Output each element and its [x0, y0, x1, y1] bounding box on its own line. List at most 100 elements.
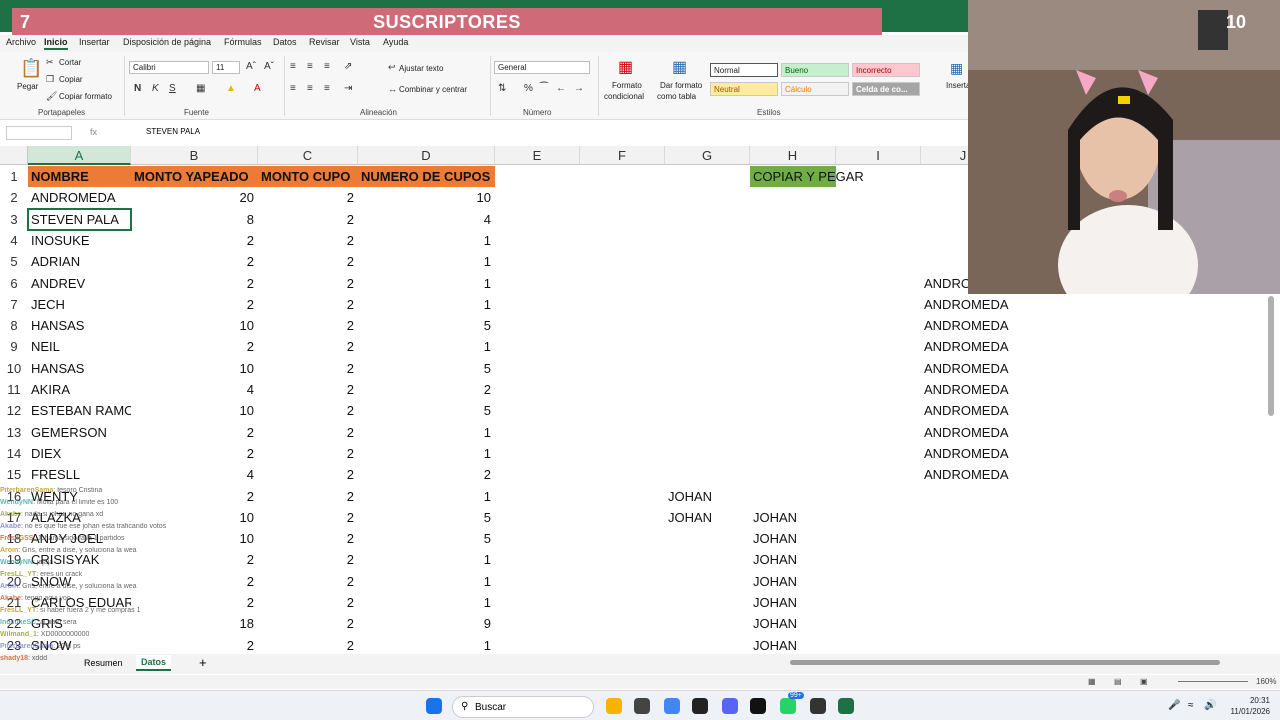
row-header-2[interactable]: 2	[0, 187, 28, 209]
table-cell[interactable]: JOHAN	[750, 613, 836, 634]
table-cell[interactable]: ESTEBAN RAMO	[28, 400, 131, 421]
discord-icon[interactable]	[722, 698, 738, 714]
table-cell[interactable]: JOHAN	[750, 571, 836, 592]
insert-button[interactable]: Inserta	[946, 81, 970, 90]
style-incorrecto[interactable]: Incorrecto	[852, 63, 920, 77]
table-cell[interactable]: 2	[258, 315, 358, 336]
taskbar-search[interactable]: ⚲ Buscar	[452, 696, 594, 718]
comma-icon[interactable]: ⁀	[540, 83, 548, 94]
underline-icon[interactable]: S	[169, 83, 176, 94]
column-header-b[interactable]: B	[131, 146, 258, 165]
table-cell[interactable]: GEMERSON	[28, 422, 131, 443]
page-break-icon[interactable]: ▣	[1140, 677, 1148, 686]
table-cell[interactable]: 2	[258, 209, 358, 230]
merge-icon[interactable]: ↔	[388, 84, 397, 94]
table-cell[interactable]: 5	[358, 507, 495, 528]
bold-icon[interactable]: N	[134, 83, 141, 94]
row-header-1[interactable]: 1	[0, 166, 28, 187]
table-cell[interactable]: 2	[131, 443, 258, 464]
table-cell[interactable]: 1	[358, 549, 495, 570]
font-color-icon[interactable]: A	[254, 83, 261, 94]
table-cell[interactable]: 5	[358, 400, 495, 421]
table-cell[interactable]: 2	[258, 592, 358, 613]
table-cell[interactable]: 10	[131, 315, 258, 336]
table-format-button[interactable]: Dar formato	[660, 81, 702, 90]
table-cell[interactable]: INOSUKE	[28, 230, 131, 251]
table-cell[interactable]: 1	[358, 294, 495, 315]
align-left-icon[interactable]: ≡	[290, 83, 296, 94]
table-cell[interactable]: ANDROMEDA	[921, 315, 1041, 336]
formula-input[interactable]: STEVEN PALA	[146, 127, 200, 136]
obs-icon[interactable]	[810, 698, 826, 714]
table-cell[interactable]: 2	[258, 443, 358, 464]
copy-button[interactable]: Copiar	[59, 75, 83, 84]
table-cell[interactable]: 1	[358, 486, 495, 507]
table-cell[interactable]: HANSAS	[28, 358, 131, 379]
table-cell[interactable]: HANSAS	[28, 315, 131, 336]
tab-insertar[interactable]: Insertar	[79, 37, 110, 47]
cut-button[interactable]: Cortar	[59, 58, 81, 67]
style-neutral[interactable]: Neutral	[710, 82, 778, 96]
row-header-4[interactable]: 4	[0, 229, 28, 251]
table-cell[interactable]: 1	[358, 422, 495, 443]
zoom-level[interactable]: 160%	[1256, 677, 1276, 686]
header-cell-b[interactable]: MONTO YAPEADO	[131, 166, 258, 187]
borders-icon[interactable]: ▦	[196, 83, 205, 94]
table-cell[interactable]: 5	[358, 528, 495, 549]
copy-icon[interactable]: ❐	[46, 74, 54, 85]
table-cell[interactable]: 10	[358, 187, 495, 208]
normal-view-icon[interactable]: ▦	[1088, 677, 1096, 686]
wrap-text-button[interactable]: Ajustar texto	[399, 64, 443, 73]
table-format-icon[interactable]: ▦	[672, 57, 687, 77]
table-cell[interactable]: ANDROMEDA	[921, 336, 1041, 357]
clock[interactable]: 20:31 11/01/2026	[1231, 695, 1270, 717]
table-cell[interactable]: 4	[131, 379, 258, 400]
paste-icon[interactable]: 📋	[20, 58, 42, 79]
row-header-12[interactable]: 12	[0, 400, 28, 422]
table-cell[interactable]: ANDROMEDA	[921, 422, 1041, 443]
style-calculo[interactable]: Cálculo	[781, 82, 849, 96]
table-cell[interactable]: ADRIAN	[28, 251, 131, 272]
table-cell[interactable]: 5	[358, 358, 495, 379]
header-cell-c[interactable]: MONTO CUPO	[258, 166, 358, 187]
table-cell[interactable]: 2	[258, 486, 358, 507]
active-cell-selection[interactable]	[27, 207, 132, 231]
page-layout-icon[interactable]: ▤	[1114, 677, 1122, 686]
currency-icon[interactable]: ⇅	[498, 83, 506, 94]
table-cell[interactable]: 20	[131, 187, 258, 208]
column-header-g[interactable]: G	[665, 146, 750, 165]
table-cell[interactable]: JOHAN	[750, 635, 836, 654]
header-cell-d[interactable]: NUMERO DE CUPOS	[358, 166, 495, 187]
column-header-c[interactable]: C	[258, 146, 358, 165]
table-cell[interactable]: 2	[131, 230, 258, 251]
table-cell[interactable]: 4	[131, 464, 258, 485]
horizontal-scrollbar[interactable]	[790, 660, 1220, 665]
insert-icon[interactable]: ▦	[950, 60, 963, 77]
table-cell[interactable]: ANDROMEDA	[921, 358, 1041, 379]
conditional-format-button[interactable]: Formato	[612, 81, 642, 90]
table-cell[interactable]: 2	[258, 358, 358, 379]
table-cell[interactable]: 1	[358, 273, 495, 294]
name-box[interactable]	[6, 126, 72, 140]
table-cell[interactable]: FRESLL	[28, 464, 131, 485]
microphone-icon[interactable]: 🎤	[1168, 700, 1180, 711]
table-cell[interactable]: 1	[358, 571, 495, 592]
indent-icon[interactable]: ⇥	[344, 83, 352, 94]
tab-ayuda[interactable]: Ayuda	[383, 37, 408, 47]
font-size-select[interactable]: 11	[212, 61, 240, 74]
start-icon[interactable]	[426, 698, 442, 714]
increase-decimal-icon[interactable]: ←	[556, 83, 566, 94]
table-cell[interactable]: JOHAN	[750, 528, 836, 549]
column-header-d[interactable]: D	[358, 146, 495, 165]
row-header-14[interactable]: 14	[0, 442, 28, 464]
table-cell[interactable]: 1	[358, 592, 495, 613]
tab-revisar[interactable]: Revisar	[309, 37, 340, 47]
table-cell[interactable]: ANDROMEDA	[921, 464, 1041, 485]
tab-inicio[interactable]: Inicio	[44, 37, 68, 50]
notion-icon[interactable]	[750, 698, 766, 714]
table-cell[interactable]: 2	[131, 294, 258, 315]
column-header-e[interactable]: E	[495, 146, 580, 165]
table-cell[interactable]: JOHAN	[750, 507, 836, 528]
table-cell[interactable]: 2	[258, 187, 358, 208]
row-header-6[interactable]: 6	[0, 272, 28, 294]
